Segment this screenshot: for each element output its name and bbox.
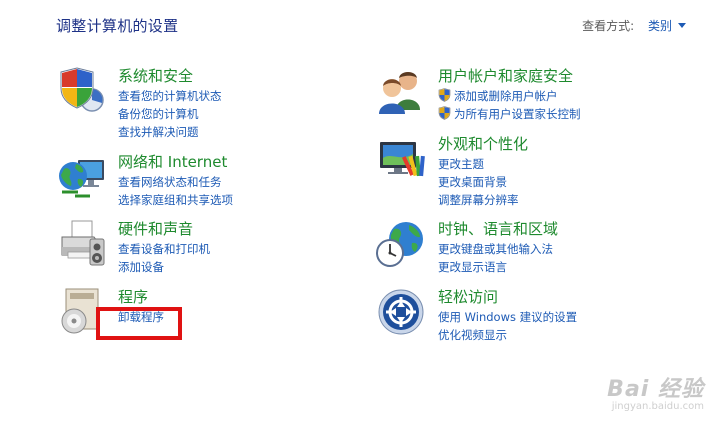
category-title-appearance[interactable]: 外观和个性化 <box>438 134 528 154</box>
link-optimize-video-display[interactable]: 优化视频显示 <box>438 326 577 344</box>
link-backup-computer[interactable]: 备份您的计算机 <box>118 105 222 123</box>
uac-shield-icon <box>438 106 451 120</box>
link-change-theme[interactable]: 更改主题 <box>438 155 528 173</box>
uac-shield-icon <box>438 88 451 102</box>
page-title: 调整计算机的设置 <box>56 17 179 35</box>
view-by-control: 查看方式: 类别 <box>582 17 686 34</box>
link-change-display-language[interactable]: 更改显示语言 <box>438 258 558 276</box>
watermark-logo: Bai 经验 <box>607 377 704 402</box>
watermark-url: jingyan.baidu.com <box>611 401 704 412</box>
ease-of-access-icon[interactable] <box>376 287 426 337</box>
shield-icon[interactable] <box>56 66 106 116</box>
category-title-network-internet[interactable]: 网络和 Internet <box>118 152 233 172</box>
category-title-ease-of-access[interactable]: 轻松访问 <box>438 287 577 307</box>
category-title-hardware-sound[interactable]: 硬件和声音 <box>118 219 210 239</box>
users-icon[interactable] <box>376 66 426 116</box>
link-use-recommended-settings[interactable]: 使用 Windows 建议的设置 <box>438 308 577 326</box>
category-title-clock-language-region[interactable]: 时钟、语言和区域 <box>438 219 558 239</box>
link-change-input-methods[interactable]: 更改键盘或其他输入法 <box>438 240 558 258</box>
category-title-user-accounts[interactable]: 用户帐户和家庭安全 <box>438 66 581 86</box>
link-view-computer-status[interactable]: 查看您的计算机状态 <box>118 87 222 105</box>
link-add-remove-accounts[interactable]: 添加或删除用户帐户 <box>438 87 581 105</box>
link-homegroup-sharing[interactable]: 选择家庭组和共享选项 <box>118 191 233 209</box>
network-globe-icon[interactable] <box>56 152 106 202</box>
category-title-system-security[interactable]: 系统和安全 <box>118 66 222 86</box>
link-add-remove-accounts-label[interactable]: 添加或删除用户帐户 <box>454 89 558 103</box>
chevron-down-icon[interactable] <box>678 23 686 28</box>
category-title-programs[interactable]: 程序 <box>118 287 164 307</box>
monitor-palette-icon[interactable] <box>376 134 426 184</box>
highlight-annotation-box <box>96 307 182 340</box>
link-parental-controls[interactable]: 为所有用户设置家长控制 <box>438 105 581 123</box>
link-change-desktop-background[interactable]: 更改桌面背景 <box>438 173 528 191</box>
view-by-value[interactable]: 类别 <box>648 19 672 33</box>
link-view-network-status[interactable]: 查看网络状态和任务 <box>118 173 233 191</box>
view-by-dropdown[interactable]: 类别 <box>648 19 686 33</box>
link-devices-printers[interactable]: 查看设备和打印机 <box>118 240 210 258</box>
watermark: Bai 经验 jingyan.baidu.com <box>607 371 704 412</box>
clock-globe-icon[interactable] <box>376 219 426 269</box>
link-parental-controls-label[interactable]: 为所有用户设置家长控制 <box>454 107 581 121</box>
link-add-device[interactable]: 添加设备 <box>118 258 210 276</box>
link-find-fix-problems[interactable]: 查找并解决问题 <box>118 123 222 141</box>
view-by-label: 查看方式: <box>582 19 635 33</box>
link-adjust-resolution[interactable]: 调整屏幕分辨率 <box>438 191 528 209</box>
printer-icon[interactable] <box>56 219 106 269</box>
